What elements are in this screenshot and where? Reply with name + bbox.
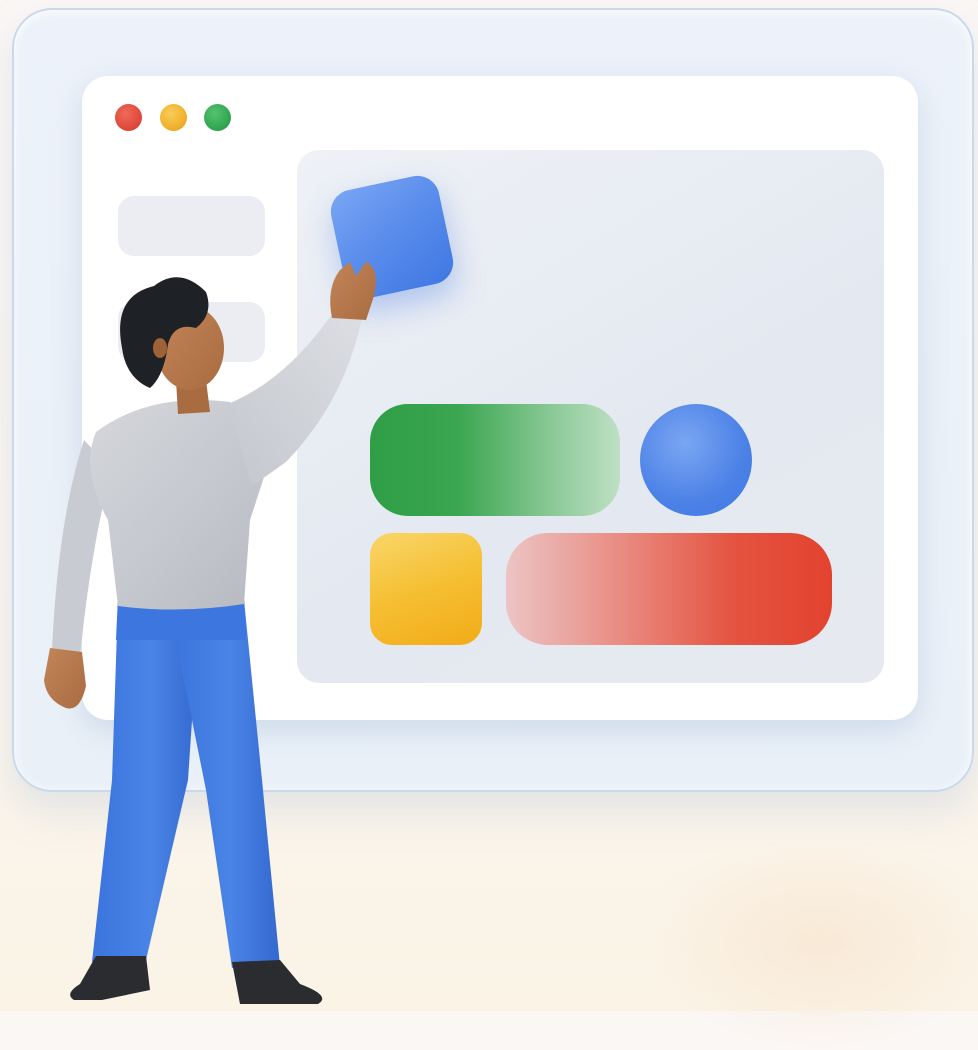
- ear: [153, 338, 167, 358]
- raised-arm: [228, 314, 362, 486]
- illustration-scene: [0, 0, 978, 1050]
- right-shoe: [232, 960, 323, 1004]
- person-figure: [44, 262, 376, 1004]
- left-hand: [44, 648, 86, 709]
- raised-hand: [330, 262, 376, 320]
- left-shoe: [70, 956, 150, 1000]
